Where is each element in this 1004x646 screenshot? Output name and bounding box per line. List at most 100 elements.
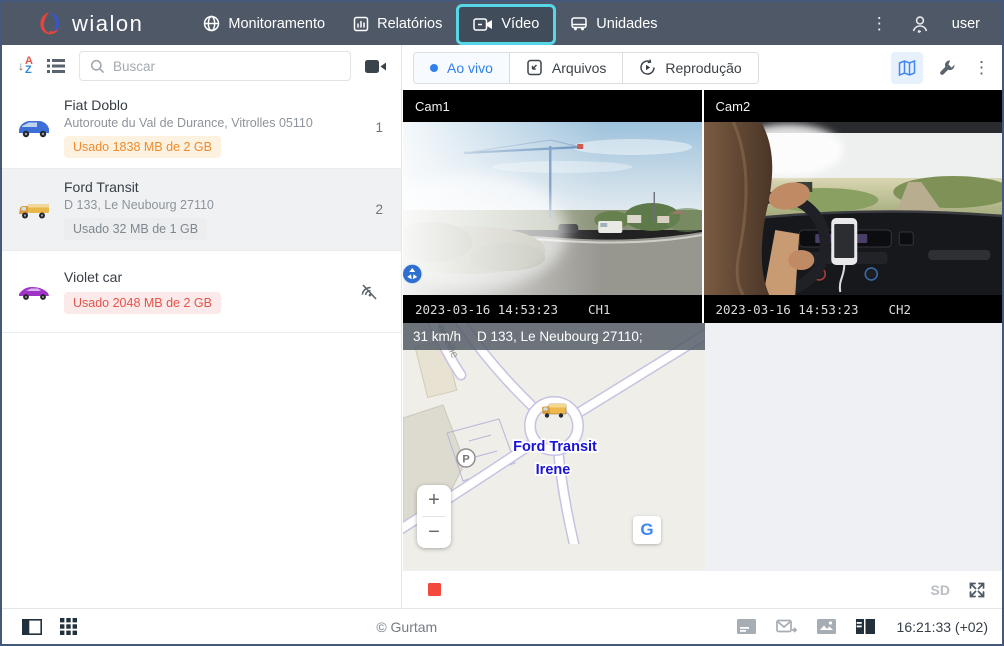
panel-layout-icon[interactable]: [856, 619, 875, 634]
storage-usage-badge: Usado 2048 MB de 2 GB: [64, 292, 221, 314]
blue-van-icon: [14, 117, 54, 139]
live-dot-icon: [430, 64, 438, 72]
tab-label: Arquivos: [552, 60, 606, 76]
zoom-in-button[interactable]: +: [417, 485, 451, 516]
globe-icon: [203, 15, 220, 32]
camera-count: 1: [359, 120, 383, 135]
nav-label: Relatórios: [377, 16, 442, 32]
search-box[interactable]: [79, 51, 351, 81]
unit-location: D 133, Le Neubourg 27110;: [477, 329, 643, 344]
unit-name: Ford Transit: [64, 179, 359, 195]
tab-ao-vivo[interactable]: Ao vivo: [414, 53, 510, 83]
unit-address: Autoroute du Val de Durance, Vitrolles 0…: [64, 116, 359, 130]
quality-selector[interactable]: SD: [931, 582, 950, 598]
parking-label: P: [462, 454, 469, 466]
marker-title-label: Ford Transit: [513, 439, 597, 455]
unit-row-ford-transit[interactable]: Ford Transit D 133, Le Neubourg 27110 Us…: [2, 169, 401, 251]
notice-log-icon[interactable]: [737, 619, 756, 634]
map-status-bar: 31 km/h D 133, Le Neubourg 27110;: [403, 323, 705, 350]
camera-name: Cam1: [403, 90, 702, 122]
report-icon: [353, 16, 369, 32]
yellow-truck-icon: [14, 199, 54, 221]
unit-row-violet-car[interactable]: Violet car Usado 2048 MB de 2 GB: [2, 251, 401, 333]
navbar-right: ⋮ user: [871, 14, 1002, 34]
clock-label: 16:21:33 (+02): [897, 619, 988, 635]
bottom-bar: © Gurtam 16:21:33 (+02): [2, 608, 1002, 644]
unit-name: Fiat Doblo: [64, 97, 359, 113]
top-navbar: wialon Monitoramento Relatórios: [2, 2, 1002, 45]
search-icon: [90, 59, 105, 74]
camera-channel: CH1: [588, 302, 611, 317]
file-import-icon: [526, 59, 543, 76]
user-icon[interactable]: [910, 14, 930, 34]
camera-timestamp: 2023-03-16 14:53:23: [716, 302, 859, 317]
zoom-out-button[interactable]: −: [417, 517, 451, 548]
nav-item-unidades[interactable]: Unidades: [556, 2, 671, 45]
playback-icon: [639, 59, 656, 76]
video-control-bar: SD: [403, 571, 1002, 608]
video-panel: Ao vivo Arquivos: [403, 45, 1002, 608]
app-window: wialon Monitoramento Relatórios: [0, 0, 1004, 646]
nav-label: Monitoramento: [228, 16, 325, 32]
video-icon: [473, 17, 493, 32]
truck-icon: [570, 16, 588, 32]
tab-reproducao[interactable]: Reprodução: [623, 53, 757, 83]
unit-list: Fiat Doblo Autoroute du Val de Durance, …: [2, 87, 401, 333]
camera-filter-icon[interactable]: [365, 59, 387, 74]
import-messages-icon[interactable]: [776, 619, 797, 635]
unit-row-fiat-doblo[interactable]: Fiat Doblo Autoroute du Val de Durance, …: [2, 87, 401, 169]
purple-car-icon: [14, 282, 54, 302]
sort-letter-z: Z: [25, 66, 33, 75]
google-logo[interactable]: G: [633, 516, 661, 544]
brand-name: wialon: [72, 11, 143, 37]
copyright-label: © Gurtam: [77, 619, 737, 635]
camera-2-video[interactable]: [704, 122, 1003, 295]
unit-name: Violet car: [64, 269, 359, 285]
main-nav: Monitoramento Relatórios Vídeo: [189, 2, 671, 45]
nav-item-video[interactable]: Vídeo: [456, 4, 556, 45]
video-options-menu-icon[interactable]: ⋮: [973, 58, 990, 78]
fullscreen-icon[interactable]: [968, 581, 986, 599]
apps-menu-icon[interactable]: ⋮: [871, 15, 888, 32]
nav-item-monitoramento[interactable]: Monitoramento: [189, 2, 339, 45]
stop-button[interactable]: [428, 583, 441, 596]
camera-channel: CH2: [889, 302, 912, 317]
tab-arquivos[interactable]: Arquivos: [510, 53, 623, 83]
nav-label: Unidades: [596, 16, 657, 32]
storage-usage-badge: Usado 32 MB de 1 GB: [64, 218, 207, 240]
no-signal-icon: [359, 282, 383, 302]
search-input[interactable]: [113, 59, 340, 74]
tab-label: Ao vivo: [447, 60, 493, 76]
camera-count: 2: [359, 202, 383, 217]
camera-1-video[interactable]: [403, 122, 702, 295]
marker-subtitle-label: Irene: [536, 462, 571, 478]
sort-az-icon[interactable]: A ↓ Z: [18, 57, 33, 75]
sort-arrow-icon: ↓: [18, 62, 24, 71]
video-mode-tabs: Ao vivo Arquivos: [413, 52, 759, 84]
storage-usage-badge: Usado 1838 MB de 2 GB: [64, 136, 221, 158]
nav-label: Vídeo: [501, 16, 539, 32]
camera-grid: Cam1: [403, 90, 1002, 323]
video-lower-area: 31 km/h D 133, Le Neubourg 27110;: [403, 323, 1002, 608]
units-sidebar: A ↓ Z: [2, 45, 402, 608]
apps-grid-icon[interactable]: [60, 618, 77, 635]
gallery-icon[interactable]: [817, 619, 836, 634]
mini-map[interactable]: 31 km/h D 133, Le Neubourg 27110;: [403, 323, 705, 570]
user-name[interactable]: user: [952, 16, 980, 32]
sidebar-toolbar: A ↓ Z: [2, 45, 401, 87]
nav-item-relatorios[interactable]: Relatórios: [339, 2, 456, 45]
video-toolbar: Ao vivo Arquivos: [403, 45, 1002, 90]
tab-label: Reprodução: [665, 60, 741, 76]
unit-speed: 31 km/h: [413, 329, 461, 344]
unit-address: D 133, Le Neubourg 27110: [64, 198, 359, 212]
camera-timestamp: 2023-03-16 14:53:23: [415, 302, 558, 317]
map-zoom-control: + −: [417, 485, 451, 548]
list-view-icon[interactable]: [47, 58, 65, 74]
collapse-sidebar-icon[interactable]: [22, 619, 42, 635]
camera-tile-1: Cam1: [403, 90, 702, 323]
wialon-logo[interactable]: wialon: [36, 10, 143, 37]
camera-name: Cam2: [704, 90, 1003, 122]
camera-tile-2: Cam2: [704, 90, 1003, 323]
settings-wrench-icon[interactable]: [939, 59, 957, 77]
toggle-map-button[interactable]: [891, 52, 923, 84]
